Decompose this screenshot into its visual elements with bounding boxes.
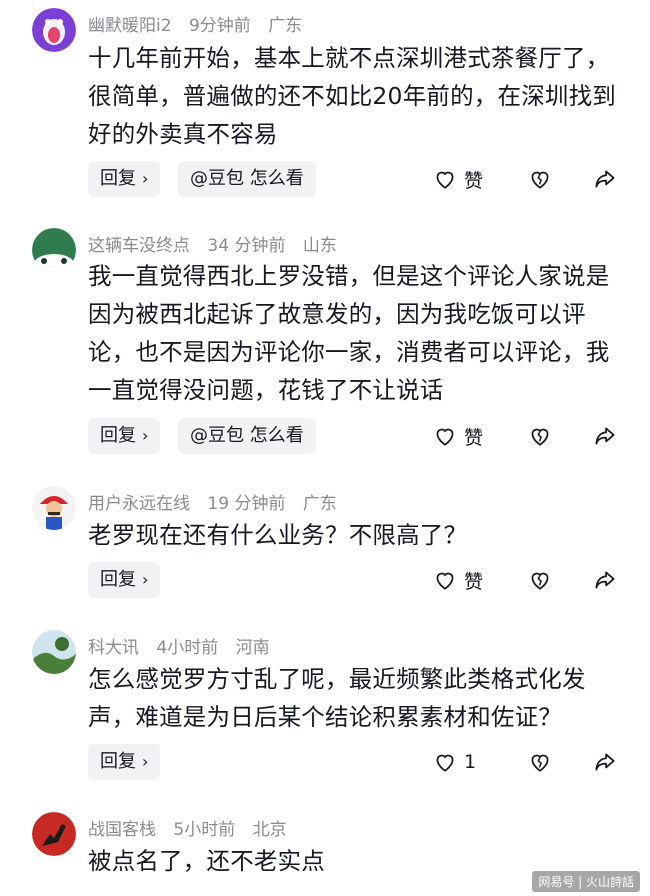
broken-heart-icon bbox=[531, 572, 549, 590]
broken-heart-icon bbox=[531, 428, 549, 446]
avatar-green-creature-image bbox=[32, 228, 76, 272]
comment-meta: 科大讯 4小时前 河南 bbox=[88, 633, 282, 658]
avatar-red-knight-image bbox=[32, 812, 76, 856]
comment-meta: 战国客栈 5小时前 北京 bbox=[88, 815, 299, 840]
avatar[interactable] bbox=[32, 486, 76, 530]
dislike-button[interactable] bbox=[527, 744, 553, 780]
comment-text: 怎么感觉罗方寸乱了呢，最近频繁此类格式化发声，难道是为日后某个结论积累素材和佐证… bbox=[88, 665, 586, 731]
share-arrow-icon bbox=[595, 170, 615, 188]
chevron-right-icon: › bbox=[142, 426, 149, 445]
username[interactable]: 这辆车没终点 bbox=[88, 236, 190, 256]
avatar[interactable] bbox=[32, 812, 76, 856]
username[interactable]: 战国客栈 bbox=[88, 820, 156, 840]
avatar-mario-image bbox=[32, 486, 76, 530]
heart-outline-icon bbox=[436, 428, 454, 446]
timestamp: 5小时前 bbox=[173, 820, 236, 840]
broken-heart-icon bbox=[531, 171, 549, 189]
heart-outline-icon bbox=[436, 754, 454, 772]
username[interactable]: 用户永远在线 bbox=[88, 494, 190, 514]
dislike-button[interactable] bbox=[527, 161, 553, 197]
heart-outline-icon bbox=[436, 171, 454, 189]
comment-text: 我一直觉得西北上罗没错，但是这个评论人家说是因为被西北起诉了故意发的，因为我吃饭… bbox=[88, 262, 610, 404]
location: 广东 bbox=[268, 16, 303, 36]
share-button[interactable] bbox=[592, 161, 618, 197]
location: 北京 bbox=[252, 820, 287, 840]
reply-button[interactable]: 回复 › bbox=[88, 744, 161, 780]
like-button[interactable]: 赞 bbox=[432, 418, 483, 454]
share-arrow-icon bbox=[595, 427, 615, 445]
avatar[interactable] bbox=[32, 630, 76, 674]
avatar[interactable] bbox=[32, 228, 76, 272]
share-arrow-icon bbox=[595, 753, 615, 771]
ask-doubao-button[interactable]: @豆包 怎么看 bbox=[178, 418, 316, 454]
reply-label: 回复 bbox=[100, 751, 136, 772]
broken-heart-icon bbox=[531, 754, 549, 772]
comment-meta: 幽默暖阳i2 9分钟前 广东 bbox=[88, 11, 314, 36]
reply-button[interactable]: 回复 › bbox=[88, 562, 161, 598]
ask-doubao-label: @豆包 怎么看 bbox=[190, 168, 304, 189]
watermark: 网易号 | 火山詩話 bbox=[532, 871, 640, 892]
location: 河南 bbox=[235, 638, 270, 658]
avatar-purple-face-image bbox=[32, 8, 76, 52]
share-button[interactable] bbox=[592, 418, 618, 454]
avatar[interactable] bbox=[32, 8, 76, 52]
reply-label: 回复 bbox=[100, 569, 136, 590]
timestamp: 19 分钟前 bbox=[207, 494, 286, 514]
reply-button[interactable]: 回复 › bbox=[88, 161, 161, 197]
chevron-right-icon: › bbox=[142, 752, 149, 771]
like-button[interactable]: 1 bbox=[432, 744, 476, 780]
dislike-button[interactable] bbox=[527, 418, 553, 454]
comment-text: 十几年前开始，基本上就不点深圳港式茶餐厅了，很简单，普遍做的还不如比20年前的，… bbox=[88, 44, 617, 148]
reply-label: 回复 bbox=[100, 425, 136, 446]
username[interactable]: 幽默暖阳i2 bbox=[88, 16, 172, 36]
like-button[interactable]: 赞 bbox=[432, 161, 483, 197]
heart-outline-icon bbox=[436, 572, 454, 590]
timestamp: 4小时前 bbox=[156, 638, 219, 658]
timestamp: 34 分钟前 bbox=[207, 236, 286, 256]
like-label: 赞 bbox=[464, 570, 484, 593]
like-label: 赞 bbox=[464, 169, 484, 192]
like-label: 赞 bbox=[464, 426, 484, 449]
chevron-right-icon: › bbox=[142, 169, 149, 188]
share-button[interactable] bbox=[592, 744, 618, 780]
chevron-right-icon: › bbox=[142, 570, 149, 589]
like-count: 1 bbox=[464, 751, 477, 773]
avatar-landscape-image bbox=[32, 630, 76, 674]
comment-meta: 用户永远在线 19 分钟前 广东 bbox=[88, 489, 349, 514]
ask-doubao-button[interactable]: @豆包 怎么看 bbox=[178, 161, 316, 197]
comment-meta: 这辆车没终点 34 分钟前 山东 bbox=[88, 231, 349, 256]
share-button[interactable] bbox=[592, 562, 618, 598]
location: 山东 bbox=[302, 236, 337, 256]
location: 广东 bbox=[302, 494, 337, 514]
dislike-button[interactable] bbox=[527, 562, 553, 598]
timestamp: 9分钟前 bbox=[188, 16, 251, 36]
reply-label: 回复 bbox=[100, 168, 136, 189]
username[interactable]: 科大讯 bbox=[88, 638, 139, 658]
like-button[interactable]: 赞 bbox=[432, 562, 483, 598]
comment-text: 老罗现在还有什么业务？不限高了？ bbox=[88, 521, 468, 549]
reply-button[interactable]: 回复 › bbox=[88, 418, 161, 454]
share-arrow-icon bbox=[595, 571, 615, 589]
ask-doubao-label: @豆包 怎么看 bbox=[190, 425, 304, 446]
